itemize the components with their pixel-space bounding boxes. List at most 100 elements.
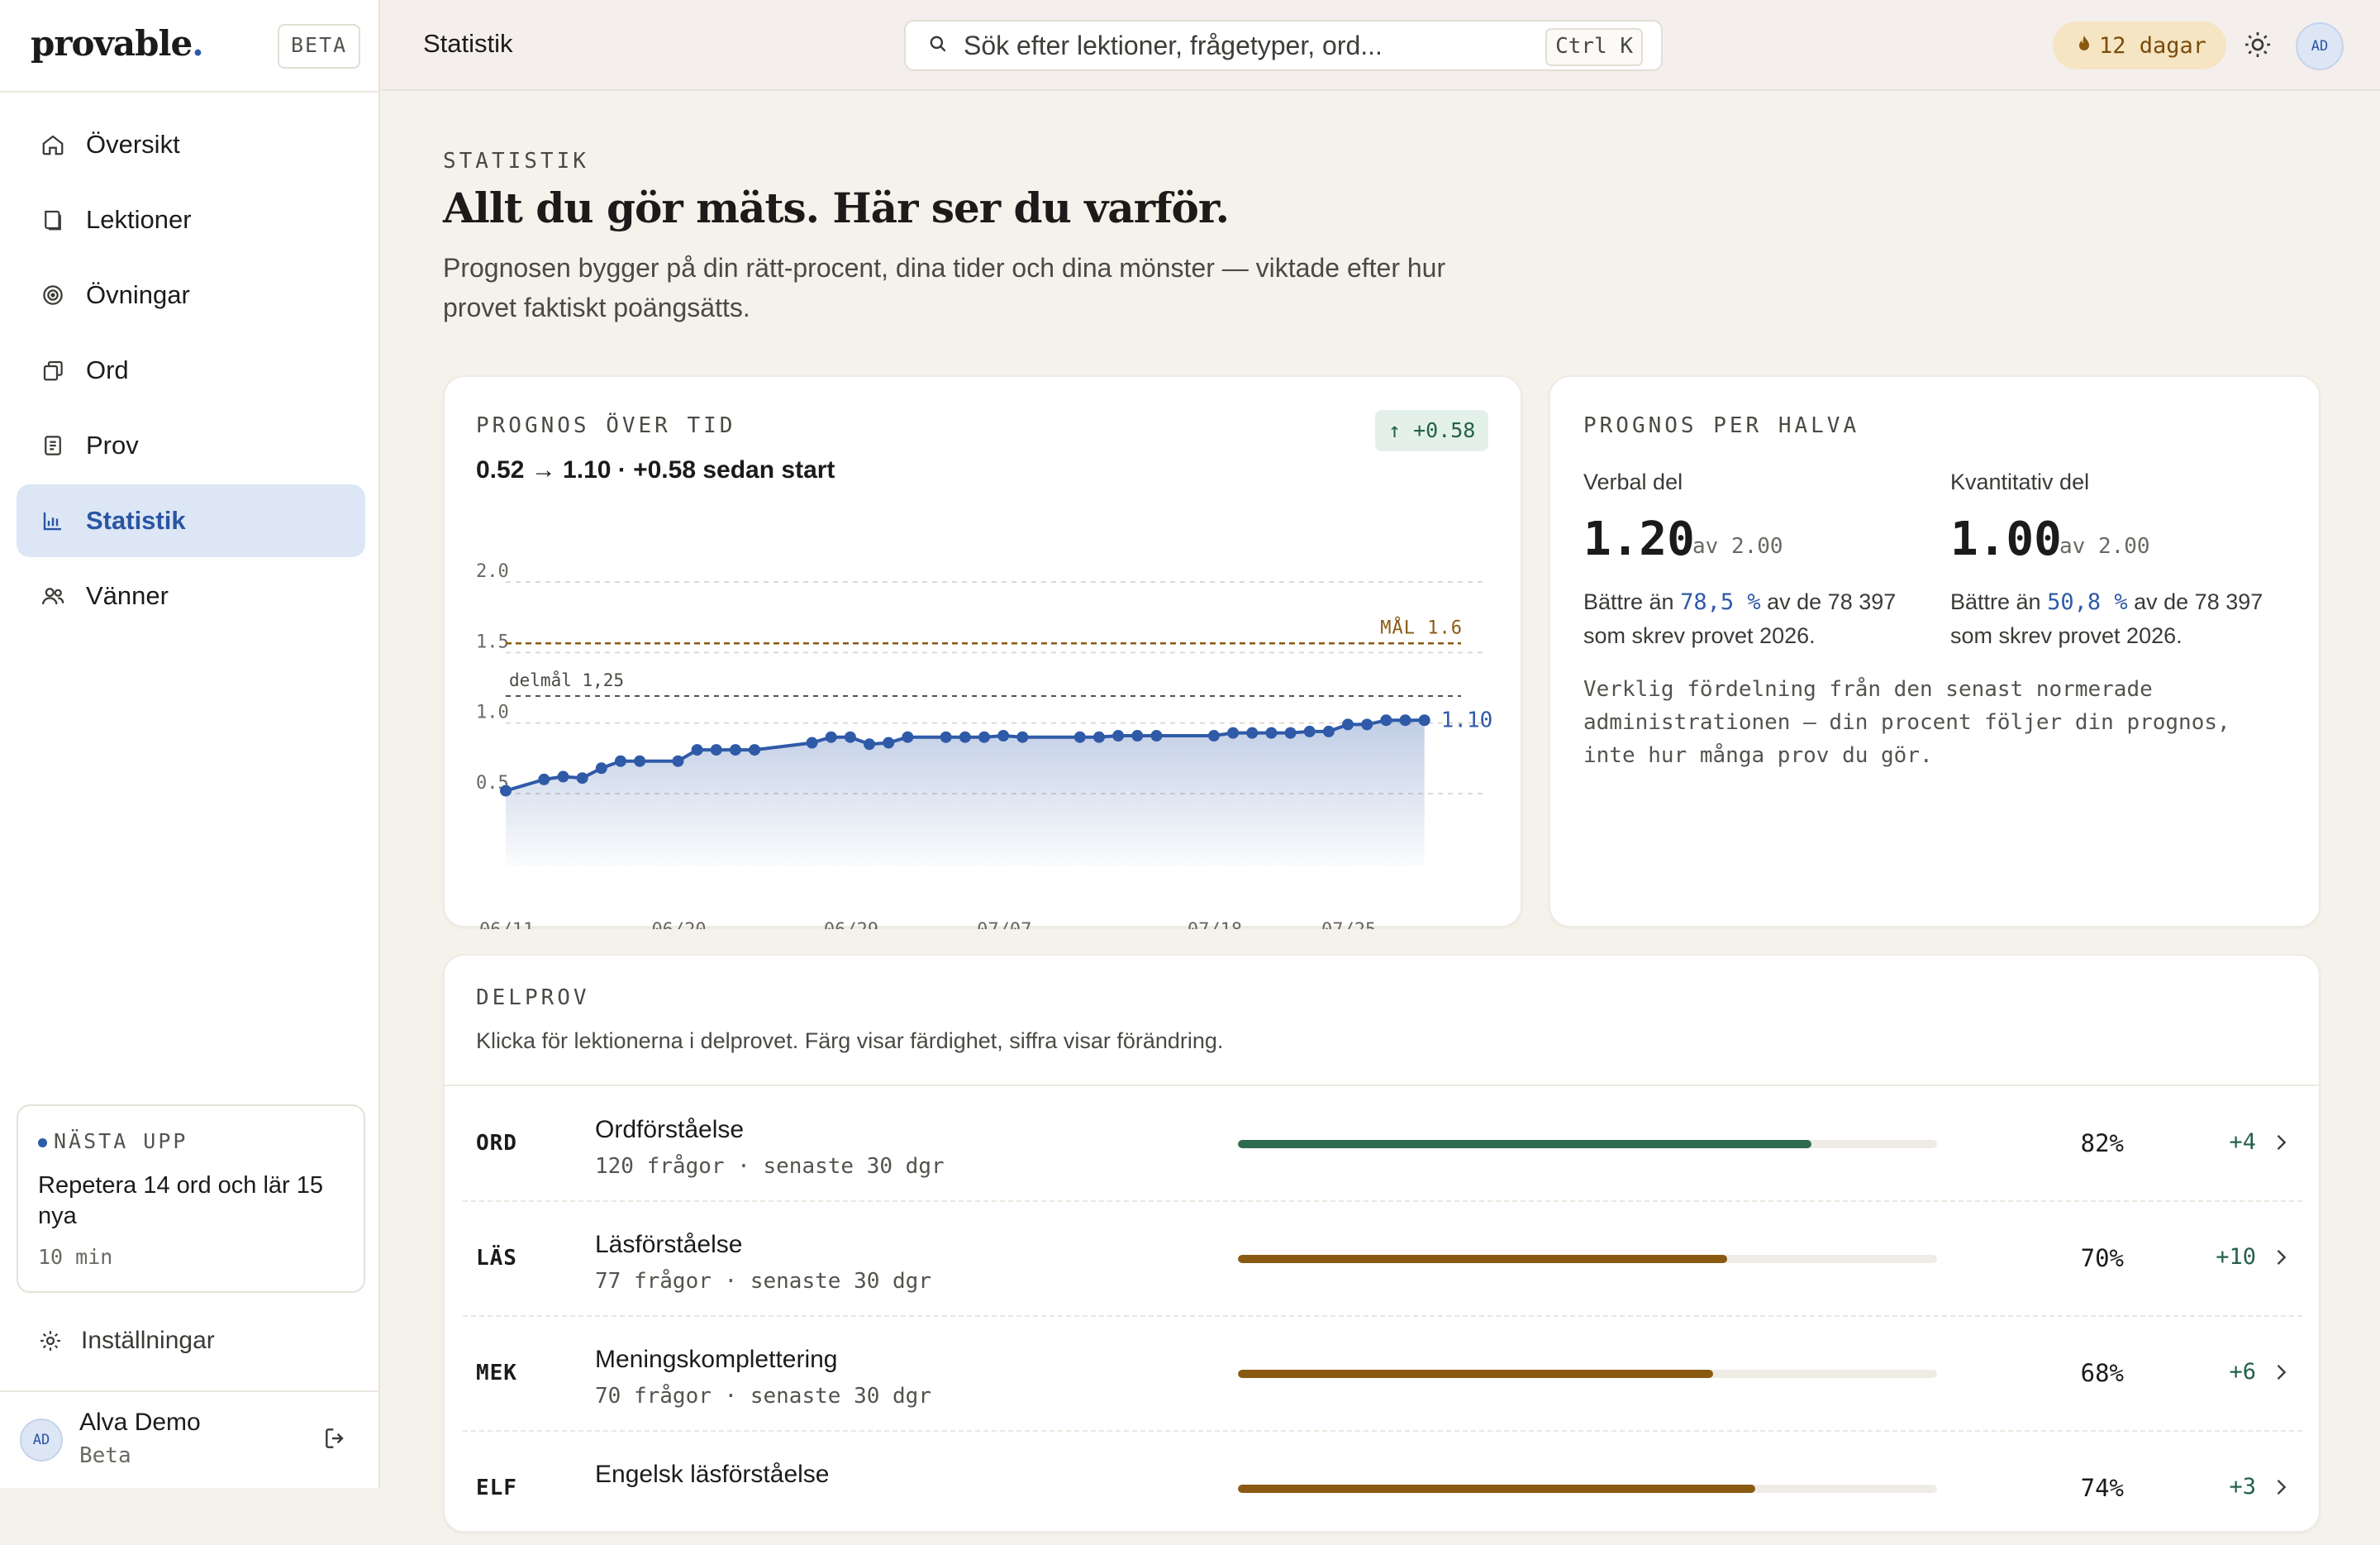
data-point (1380, 714, 1392, 727)
sidebar-item-vanner[interactable]: Vänner (17, 560, 365, 632)
data-point (825, 731, 837, 743)
beta-badge: BETA (278, 24, 361, 69)
delprov-code: ORD (476, 1131, 517, 1156)
next-up-card[interactable]: NÄSTA UPP Repetera 14 ord och lär 15 nya… (17, 1104, 365, 1293)
next-up-kicker: NÄSTA UPP (38, 1129, 188, 1153)
quant-score: 1.00 (1950, 513, 2062, 566)
search-input[interactable] (962, 29, 1544, 62)
streak-badge[interactable]: 12 dagar (2053, 21, 2227, 69)
sidebar-item-label: Prov (86, 431, 139, 460)
data-point (844, 731, 856, 743)
data-point (1016, 731, 1029, 743)
delprov-name: Läsförståelse (595, 1231, 743, 1258)
app-logo[interactable]: provable. (31, 23, 204, 64)
data-point (749, 744, 761, 756)
page-intro: Prognosen bygger på din rätt-procent, di… (443, 253, 1446, 322)
avatar[interactable]: AD (20, 1419, 63, 1462)
data-point (1112, 730, 1125, 742)
user-name: Alva Demo (79, 1409, 201, 1436)
data-point (672, 755, 684, 767)
delprov-name: Engelsk läsförståelse (595, 1461, 830, 1488)
subgoal-label: delmål 1,25 (509, 670, 624, 690)
sidebar-item-label: Statistik (86, 506, 186, 535)
card-kicker: DELPROV (476, 985, 590, 1010)
last-value-label: 1.10 (1441, 708, 1493, 732)
prognosis-line-chart: 2.01.51.00.5MÅL 1.6delmål 1,251.1006/110… (476, 561, 1493, 929)
x-tick-label: 07/18 (1188, 920, 1242, 929)
data-point (883, 737, 895, 749)
skill-bar-fill (1238, 1140, 1811, 1148)
delprov-subtitle: Klicka för lektionerna i delprovet. Färg… (476, 1028, 1224, 1053)
settings-label: Inställningar (81, 1327, 215, 1354)
sidebar-item-label: Lektioner (86, 205, 192, 234)
delprov-code: ELF (476, 1476, 517, 1500)
data-point (1092, 731, 1105, 743)
home-icon (38, 130, 68, 160)
data-point (1322, 725, 1335, 737)
data-point (902, 731, 914, 743)
delprov-meta: 120 frågor · senaste 30 dgr (595, 1154, 945, 1179)
sidebar-item-lektioner[interactable]: Lektioner (17, 184, 365, 256)
data-point (959, 731, 971, 743)
page-kicker: STATISTIK (443, 149, 589, 174)
skill-bar-fill (1238, 1255, 1728, 1263)
data-point (940, 731, 952, 743)
bar-chart-icon (38, 506, 68, 536)
verbal-score: 1.20 (1583, 513, 1695, 566)
sidebar-item-ovningar[interactable]: Övningar (17, 259, 365, 331)
user-plan: Beta (79, 1443, 131, 1468)
data-point (614, 755, 626, 767)
skill-bar (1238, 1140, 1937, 1148)
data-point (634, 755, 646, 767)
streak-label: 12 dagar (2099, 32, 2207, 59)
data-point (978, 731, 990, 743)
sidebar-item-label: Översikt (86, 130, 180, 159)
data-point (1342, 718, 1354, 731)
delprov-row-ord[interactable]: ORD Ordförståelse 120 frågor · senaste 3… (463, 1086, 2302, 1202)
page-title: Statistik (423, 29, 513, 58)
quant-label: Kvantitativ del (1950, 470, 2090, 494)
sidebar-item-statistik[interactable]: Statistik (17, 484, 365, 557)
delprov-percent: 82% (2080, 1129, 2124, 1157)
page-headline: Allt du gör mäts. Här ser du varför. (443, 184, 1230, 232)
sidebar-item-prov[interactable]: Prov (17, 409, 365, 482)
data-point (1207, 730, 1220, 742)
sun-icon[interactable] (2243, 30, 2273, 64)
delprov-row-elf[interactable]: ELF Engelsk läsförståelse 74% +3 (463, 1431, 2302, 1545)
verbal-percentile-text: Bättre än 78,5 % av de 78 397 som skrev … (1583, 589, 1897, 648)
delprov-change: +6 (2229, 1359, 2256, 1385)
cards-icon (38, 355, 68, 385)
logout-icon[interactable] (322, 1425, 349, 1456)
card-kicker: PROGNOS PER HALVA (1583, 413, 1860, 438)
delprov-name: Meningskomplettering (595, 1346, 838, 1373)
user-row: AD Alva Demo Beta (0, 1390, 380, 1490)
data-point (691, 744, 703, 756)
users-icon (38, 581, 68, 611)
data-point (1150, 730, 1163, 742)
chevron-right-icon (2269, 1131, 2292, 1158)
distribution-note: Verklig fördelning från den senast norme… (1583, 677, 2230, 768)
sidebar-item-settings[interactable]: Inställningar (17, 1304, 365, 1377)
sidebar-item-ord[interactable]: Ord (17, 334, 365, 407)
topbar: Statistik Ctrl K 12 dagar AD (380, 0, 2380, 91)
delprov-card: DELPROV Klicka för lektionerna i delprov… (443, 954, 2320, 1533)
delprov-row-mek[interactable]: MEK Meningskomplettering 70 frågor · sen… (463, 1316, 2302, 1432)
data-point (1399, 714, 1411, 727)
sidebar-item-oversikt[interactable]: Översikt (17, 108, 365, 181)
flame-icon (2078, 33, 2091, 59)
quant-of: av 2.00 (2059, 534, 2150, 559)
delprov-percent: 74% (2080, 1474, 2124, 1502)
delprov-percent: 68% (2080, 1359, 2124, 1387)
book-icon (38, 205, 68, 235)
next-up-title: Repetera 14 ord och lär 15 nya (38, 1172, 323, 1229)
search-shortcut: Ctrl K (1545, 28, 1643, 66)
status-dot-icon (38, 1137, 47, 1147)
verbal-of: av 2.00 (1692, 534, 1783, 559)
avatar[interactable]: AD (2296, 22, 2344, 70)
x-tick-label: 06/29 (824, 920, 878, 929)
search-box[interactable]: Ctrl K (904, 20, 1663, 71)
data-point (1361, 718, 1373, 731)
delprov-change: +10 (2216, 1244, 2256, 1270)
delprov-row-las[interactable]: LÄS Läsförståelse 77 frågor · senaste 30… (463, 1201, 2302, 1317)
delprov-change: +4 (2229, 1129, 2256, 1155)
